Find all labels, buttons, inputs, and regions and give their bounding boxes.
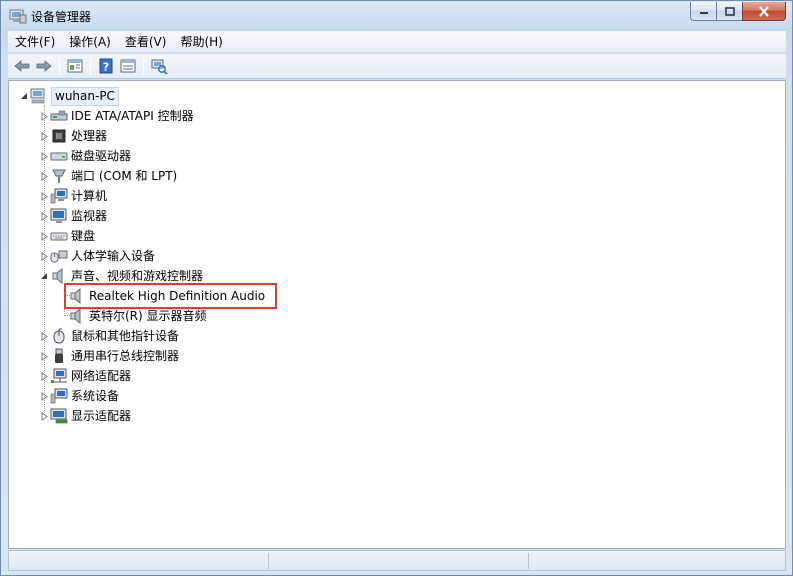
tree-item-label: 处理器 (71, 129, 108, 143)
tree-item-label: 人体学输入设备 (71, 249, 156, 263)
tree-item-computer[interactable]: 计算机 (38, 186, 107, 206)
menu-file[interactable]: 文件(F) (8, 31, 62, 53)
tree-item-keyboard[interactable]: 键盘 (38, 226, 95, 246)
console-tree-button[interactable] (64, 55, 86, 77)
title-bar[interactable]: 设备管理器 (1, 1, 792, 31)
scan-hardware-icon (151, 59, 168, 74)
menu-action[interactable]: 操作(A) (62, 31, 118, 53)
close-button[interactable] (742, 2, 786, 21)
tree-item-processor[interactable]: 处理器 (38, 126, 107, 146)
speaker-icon (68, 307, 86, 325)
status-cell (529, 553, 785, 569)
tree-item-label: 显示适配器 (71, 409, 132, 423)
menu-help[interactable]: 帮助(H) (173, 31, 229, 53)
tree-item-label: 端口 (COM 和 LPT) (71, 169, 178, 183)
highlight-annotation-box (64, 283, 277, 309)
processor-icon (50, 127, 68, 145)
tree-item-label: 计算机 (71, 189, 108, 203)
device-manager-window: 设备管理器 文件(F) 操作(A) 查看(V) 帮助(H) ? wuhan-PC… (0, 0, 793, 576)
scan-hardware-button[interactable] (148, 55, 170, 77)
collapse-arrow-icon[interactable] (38, 266, 50, 286)
tree-item-label: 网络适配器 (71, 369, 132, 383)
show-hide-console-tree-icon (67, 59, 83, 73)
maximize-icon (724, 6, 735, 16)
tree-item-label: 磁盘驱动器 (71, 149, 132, 163)
tree-item-display-adapter[interactable]: 显示适配器 (38, 406, 131, 426)
tree-item-ide-controller[interactable]: IDE ATA/ATAPI 控制器 (38, 106, 194, 126)
status-cell (269, 553, 529, 569)
minimize-button[interactable] (690, 2, 716, 21)
expand-arrow-icon[interactable] (38, 326, 50, 346)
usb-icon (50, 347, 68, 365)
tree-item-mouse[interactable]: 鼠标和其他指针设备 (38, 326, 179, 346)
expand-arrow-icon[interactable] (38, 206, 50, 226)
menu-bar: 文件(F) 操作(A) 查看(V) 帮助(H) (8, 31, 786, 53)
close-icon (759, 5, 769, 17)
back-icon (14, 60, 30, 72)
system-device-icon (50, 387, 68, 405)
properties-button[interactable] (117, 55, 139, 77)
tree-root-computer[interactable]: wuhan-PC (18, 86, 119, 106)
menu-view[interactable]: 查看(V) (118, 31, 174, 53)
status-bar (8, 550, 786, 571)
back-button[interactable] (11, 55, 33, 77)
tree-root-label: wuhan-PC (51, 86, 119, 106)
tree-item-system-devices[interactable]: 系统设备 (38, 386, 119, 406)
computer-category-icon (50, 187, 68, 205)
window-title: 设备管理器 (31, 10, 92, 24)
caption-buttons (690, 2, 786, 22)
expand-arrow-icon[interactable] (38, 226, 50, 246)
forward-button[interactable] (33, 55, 55, 77)
tree-item-label: IDE ATA/ATAPI 控制器 (71, 109, 194, 123)
expand-arrow-icon[interactable] (38, 406, 50, 426)
tree-item-port[interactable]: 端口 (COM 和 LPT) (38, 166, 177, 186)
ide-controller-icon (50, 107, 68, 125)
monitor-icon (50, 207, 68, 225)
expand-arrow-icon[interactable] (38, 186, 50, 206)
minimize-icon (699, 12, 708, 14)
computer-icon (30, 87, 48, 105)
tree-item-usb-controller[interactable]: 通用串行总线控制器 (38, 346, 179, 366)
disk-drive-icon (50, 147, 68, 165)
help-button[interactable]: ? (95, 55, 117, 77)
maximize-button[interactable] (716, 2, 742, 21)
display-adapter-icon (50, 407, 68, 425)
toolbar-separator (90, 57, 91, 75)
collapse-arrow-icon[interactable] (18, 86, 30, 106)
expand-arrow-icon[interactable] (38, 166, 50, 186)
properties-icon (120, 59, 136, 73)
device-manager-app-icon (9, 7, 27, 24)
keyboard-icon (50, 227, 68, 245)
expand-arrow-icon[interactable] (38, 146, 50, 166)
expand-arrow-icon[interactable] (38, 126, 50, 146)
device-tree[interactable]: wuhan-PC IDE ATA/ATAPI 控制器 处理器 磁盘驱动器 端口 … (8, 80, 786, 549)
expand-arrow-icon[interactable] (38, 246, 50, 266)
tree-item-intel-display-audio[interactable]: 英特尔(R) 显示器音频 (68, 306, 207, 326)
svg-text:?: ? (103, 61, 109, 74)
forward-icon (36, 60, 52, 72)
network-adapter-icon (50, 367, 68, 385)
help-icon: ? (99, 58, 113, 74)
port-icon (50, 167, 68, 185)
mouse-icon (50, 327, 68, 345)
expand-arrow-icon[interactable] (38, 366, 50, 386)
expand-arrow-icon[interactable] (38, 106, 50, 126)
toolbar-separator (143, 57, 144, 75)
expand-arrow-icon[interactable] (38, 386, 50, 406)
tree-item-monitor[interactable]: 监视器 (38, 206, 107, 226)
expand-arrow-icon[interactable] (38, 346, 50, 366)
tree-item-hid[interactable]: 人体学输入设备 (38, 246, 155, 266)
tree-item-label: 通用串行总线控制器 (71, 349, 180, 363)
tree-item-label: 系统设备 (71, 389, 120, 403)
tree-item-label: 英特尔(R) 显示器音频 (89, 309, 207, 323)
tree-item-network-adapter[interactable]: 网络适配器 (38, 366, 131, 386)
tree-item-label: 监视器 (71, 209, 108, 223)
toolbar-separator (59, 57, 60, 75)
toolbar: ? (8, 54, 786, 79)
tree-item-disk-drive[interactable]: 磁盘驱动器 (38, 146, 131, 166)
hid-icon (50, 247, 68, 265)
tree-item-label: 鼠标和其他指针设备 (71, 329, 180, 343)
status-cell (9, 553, 269, 569)
tree-item-label: 键盘 (71, 229, 96, 243)
